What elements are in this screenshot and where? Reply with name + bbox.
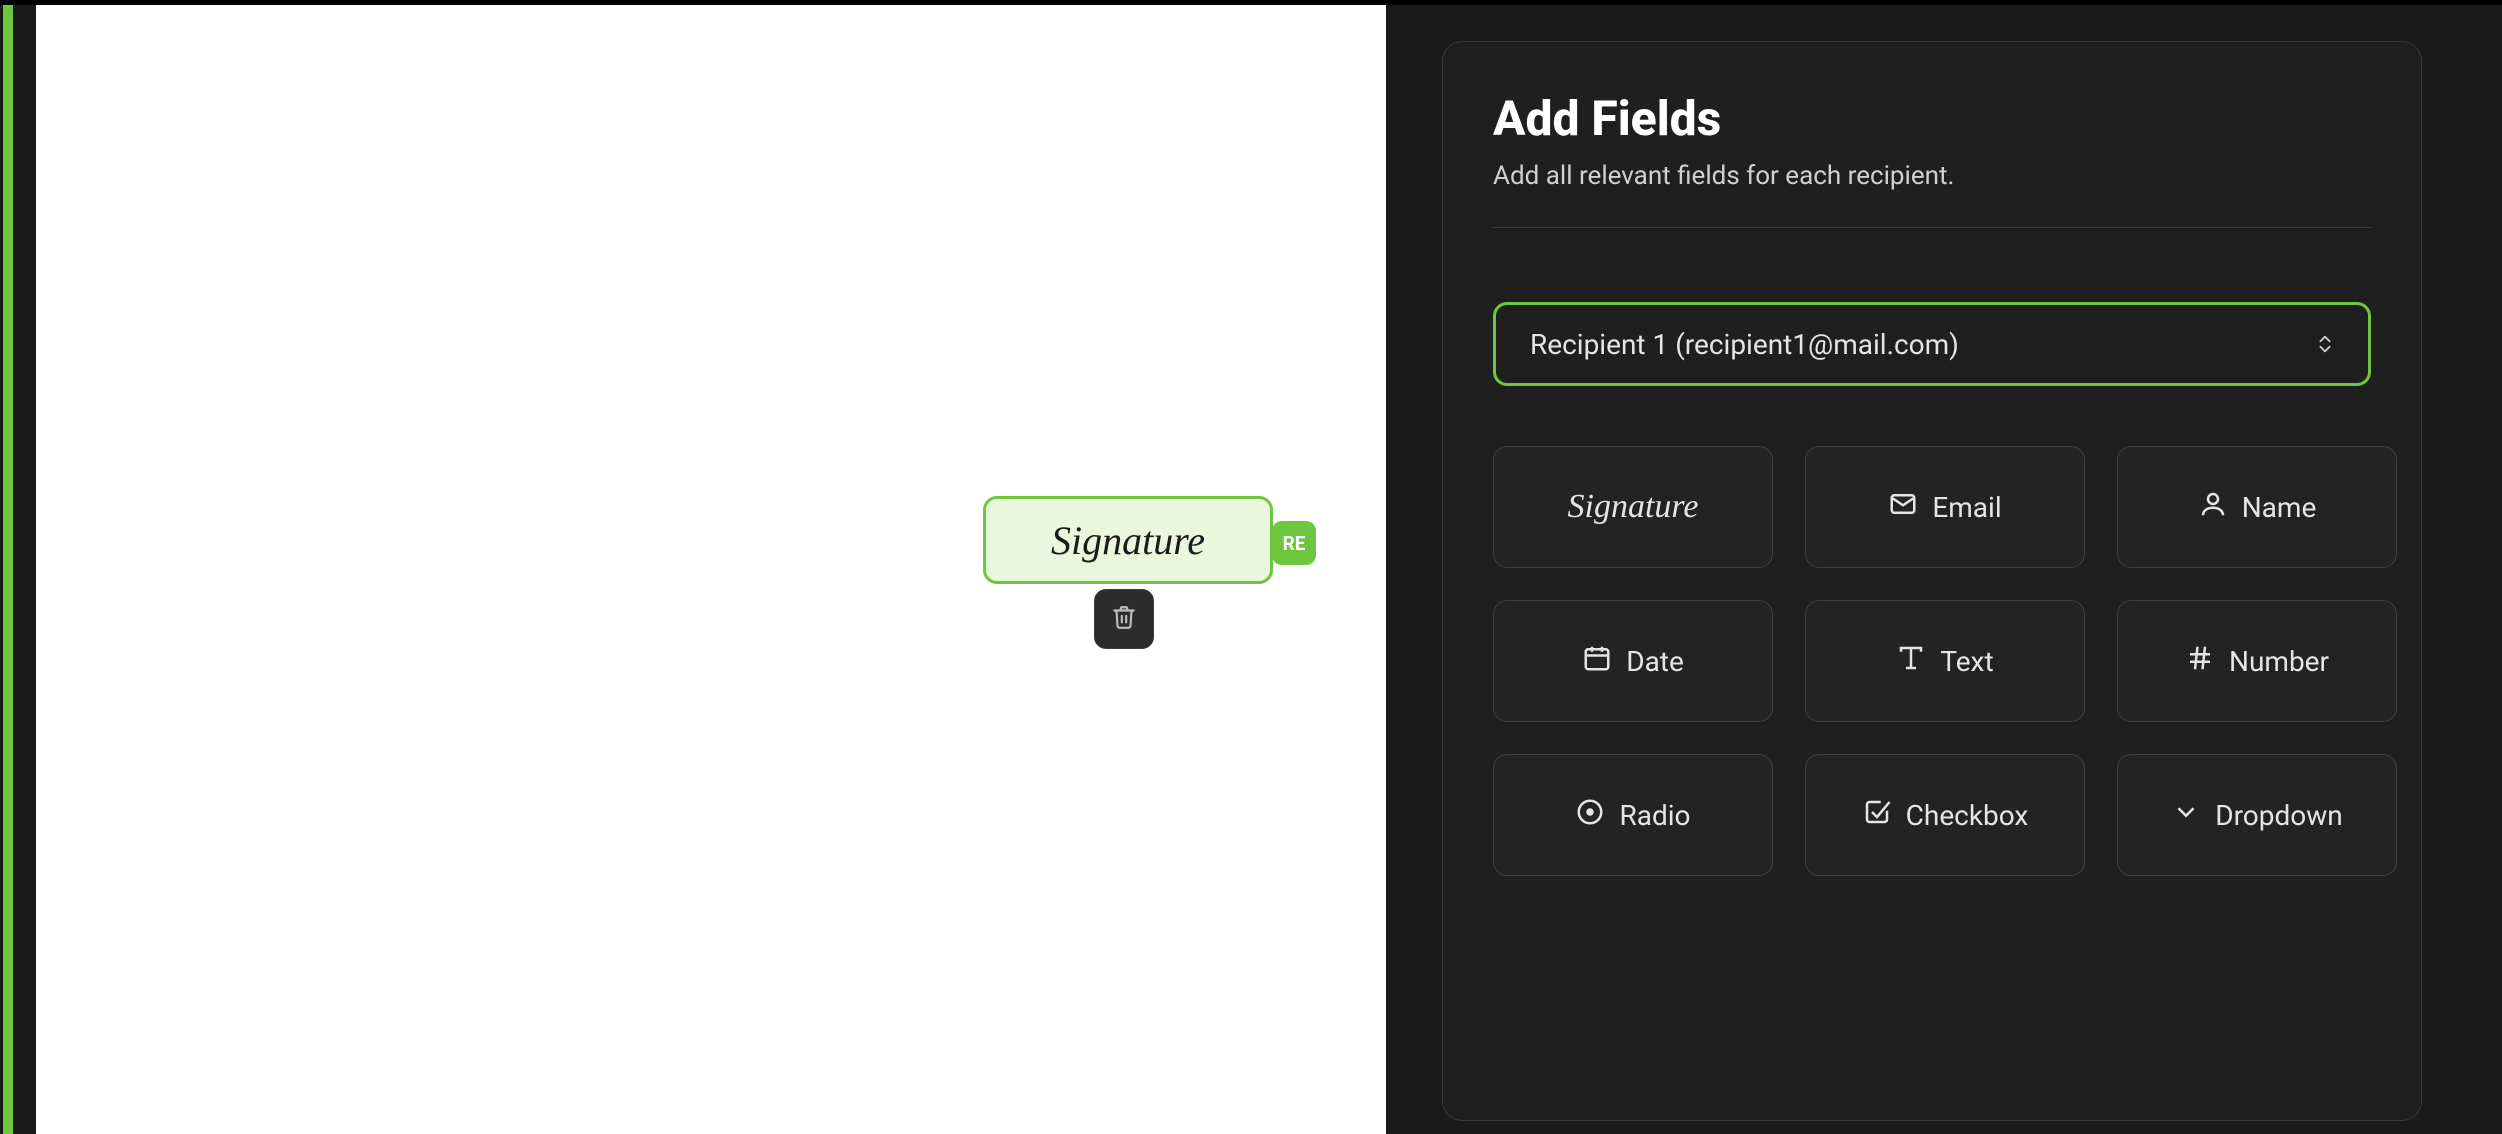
user-icon bbox=[2198, 489, 2228, 526]
field-text-label: Text bbox=[1940, 645, 1993, 678]
hash-icon bbox=[2185, 643, 2215, 680]
panel-subtitle: Add all relevant fields for each recipie… bbox=[1493, 161, 2371, 228]
app-root: Signature RE Add Fields Add all relevant… bbox=[0, 0, 2502, 1134]
side-pane: Add Fields Add all relevant fields for e… bbox=[1390, 5, 2502, 1134]
radio-icon bbox=[1575, 797, 1605, 834]
field-checkbox-button[interactable]: Checkbox bbox=[1805, 754, 2085, 876]
field-name-label: Name bbox=[2242, 491, 2317, 524]
field-radio-label: Radio bbox=[1619, 799, 1690, 832]
field-signature-button[interactable]: Signature bbox=[1493, 446, 1773, 568]
chevron-down-icon bbox=[2171, 797, 2201, 834]
field-radio-button[interactable]: Radio bbox=[1493, 754, 1773, 876]
field-email-button[interactable]: Email bbox=[1805, 446, 2085, 568]
recipient-badge-text: RE bbox=[1283, 532, 1306, 555]
type-icon bbox=[1896, 643, 1926, 680]
chevrons-up-down-icon bbox=[2312, 331, 2338, 357]
field-checkbox-label: Checkbox bbox=[1906, 799, 2029, 832]
document-accent-bar bbox=[3, 5, 13, 1134]
recipient-badge[interactable]: RE bbox=[1272, 521, 1316, 565]
mail-icon bbox=[1888, 489, 1918, 526]
field-date-button[interactable]: Date bbox=[1493, 600, 1773, 722]
placed-signature-field[interactable]: Signature RE bbox=[983, 496, 1273, 584]
panel-title: Add Fields bbox=[1493, 90, 2371, 147]
delete-field-button[interactable] bbox=[1094, 589, 1154, 649]
recipient-select-value: Recipient 1 (recipient1@mail.com) bbox=[1530, 328, 1959, 361]
field-text-button[interactable]: Text bbox=[1805, 600, 2085, 722]
field-email-label: Email bbox=[1932, 491, 2001, 524]
field-date-label: Date bbox=[1626, 645, 1684, 678]
calendar-icon bbox=[1582, 643, 1612, 680]
field-number-button[interactable]: Number bbox=[2117, 600, 2397, 722]
trash-icon bbox=[1111, 604, 1137, 634]
field-dropdown-label: Dropdown bbox=[2215, 799, 2343, 832]
checkbox-icon bbox=[1862, 797, 1892, 834]
document-pane: Signature RE bbox=[0, 5, 1390, 1134]
field-dropdown-button[interactable]: Dropdown bbox=[2117, 754, 2397, 876]
field-name-button[interactable]: Name bbox=[2117, 446, 2397, 568]
field-signature-label: Signature bbox=[1568, 488, 1699, 526]
add-fields-panel: Add Fields Add all relevant fields for e… bbox=[1442, 41, 2422, 1121]
recipient-select[interactable]: Recipient 1 (recipient1@mail.com) bbox=[1493, 302, 2371, 386]
placed-signature-label: Signature bbox=[1051, 517, 1205, 564]
field-number-label: Number bbox=[2229, 645, 2329, 678]
field-type-grid: Signature Email Name bbox=[1493, 446, 2371, 876]
